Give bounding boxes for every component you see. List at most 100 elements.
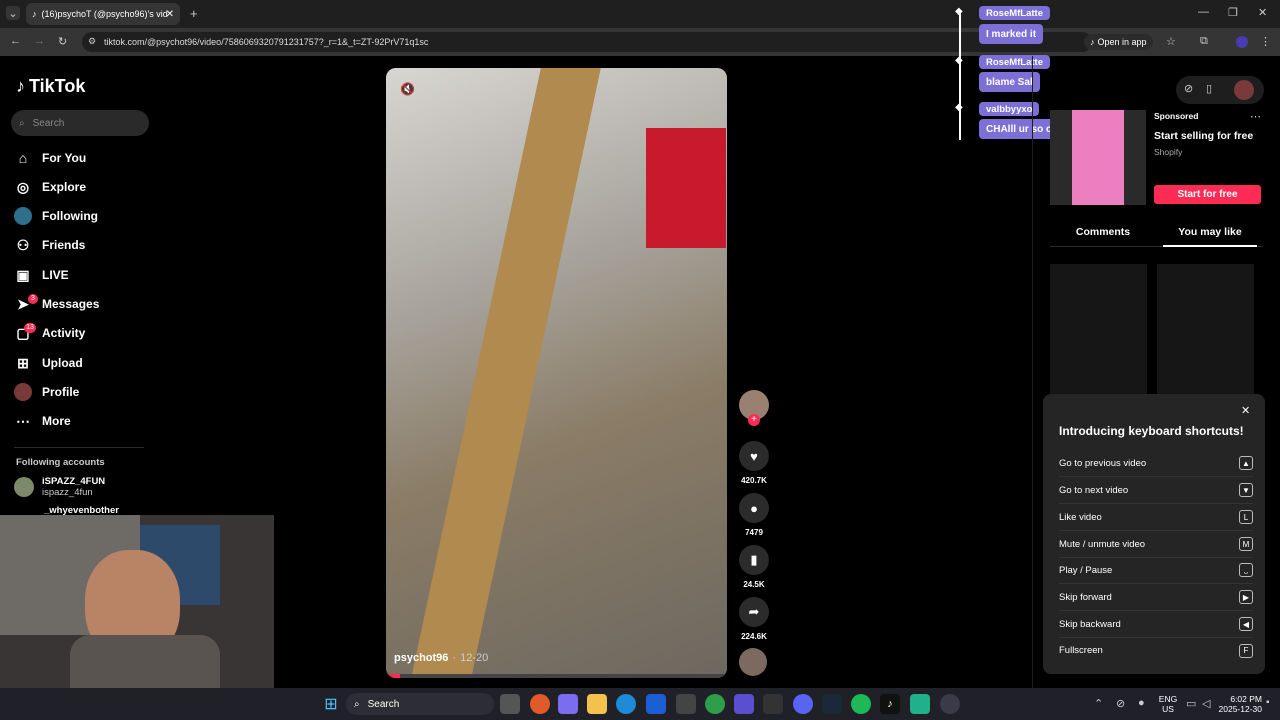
chat-message: I marked it bbox=[979, 24, 1044, 44]
tab-comments[interactable]: Comments bbox=[1050, 226, 1156, 238]
video-progress-bar[interactable] bbox=[386, 674, 727, 678]
site-info-icon[interactable]: ⚙ bbox=[88, 36, 96, 47]
shortcut-row: Go to next video ▼ bbox=[1059, 477, 1253, 504]
edge-icon[interactable] bbox=[616, 694, 636, 714]
browser-tab[interactable]: ♪ (16)psychoT (@psycho96)'s vid ✕ bbox=[26, 3, 180, 25]
nav-upload[interactable]: ⊞ Upload bbox=[14, 350, 154, 376]
chat-username: valbbyyxo bbox=[979, 102, 1040, 116]
display-icon[interactable]: ▭ bbox=[1186, 697, 1196, 710]
ad-more-icon[interactable]: ⋯ bbox=[1250, 110, 1261, 123]
mute-icon[interactable]: 🔇 bbox=[400, 82, 415, 96]
compass-icon[interactable]: ⊘ bbox=[1184, 82, 1193, 95]
following-account-item[interactable]: iSPAZZ_4FUN ispazz_4fun bbox=[14, 476, 105, 498]
recommended-video-card[interactable] bbox=[1050, 264, 1147, 394]
tab-you-may-like[interactable]: You may like bbox=[1157, 226, 1263, 238]
ad-cta-button[interactable]: Start for free bbox=[1154, 185, 1261, 204]
browser-menu-icon[interactable]: ⋮ bbox=[1260, 35, 1271, 48]
extensions-icon[interactable]: ⧉ bbox=[1200, 35, 1208, 48]
windows-start-icon[interactable]: ⊞ bbox=[321, 694, 341, 714]
teams-icon[interactable] bbox=[734, 694, 754, 714]
panel-header-tools: ⊘ ▯ bbox=[1176, 76, 1264, 104]
nav-profile[interactable]: Profile bbox=[14, 379, 154, 405]
chrome-icon[interactable] bbox=[705, 694, 725, 714]
more-icon: ⋯ bbox=[16, 412, 30, 429]
volume-icon[interactable]: ◁ bbox=[1202, 697, 1210, 710]
nav-for-you[interactable]: ⌂ For You bbox=[14, 145, 154, 171]
steam-icon[interactable] bbox=[822, 694, 842, 714]
key-up-icon: ▲ bbox=[1239, 456, 1253, 470]
language-indicator[interactable]: ENG US bbox=[1156, 694, 1180, 714]
close-window-icon[interactable]: ✕ bbox=[1258, 6, 1267, 19]
video-player[interactable]: 🔇 psychot96 · 12-20 bbox=[386, 68, 727, 678]
key-l-icon: L bbox=[1239, 510, 1253, 524]
heart-icon: ♥ bbox=[750, 448, 758, 464]
open-in-app-button[interactable]: ♪ Open in app bbox=[1084, 34, 1153, 50]
microphone-icon[interactable]: ● bbox=[1138, 697, 1145, 709]
taskbar-search[interactable]: ⌕ Search bbox=[346, 693, 494, 715]
reload-icon[interactable]: ↻ bbox=[58, 35, 67, 48]
nav-following[interactable]: Following bbox=[14, 203, 154, 229]
address-bar[interactable]: ⚙ tiktok.com/@psychot96/video/7586069320… bbox=[82, 32, 1092, 52]
nav-more[interactable]: ⋯ More bbox=[14, 408, 154, 434]
spotify-icon[interactable] bbox=[851, 694, 871, 714]
tab-list-icon[interactable]: ⌄ bbox=[6, 6, 20, 20]
music-disc-avatar[interactable] bbox=[739, 648, 767, 676]
follow-plus-icon[interactable]: + bbox=[748, 414, 760, 426]
tray-chevron-icon[interactable]: ⌃ bbox=[1094, 697, 1103, 710]
app-green-icon[interactable] bbox=[910, 694, 930, 714]
shortcut-row: Skip backward ◀ bbox=[1059, 611, 1253, 638]
save-button[interactable]: ▮ bbox=[739, 545, 769, 575]
share-button[interactable]: ➦ bbox=[739, 597, 769, 627]
key-f-icon: F bbox=[1239, 643, 1253, 658]
minimize-icon[interactable]: — bbox=[1198, 6, 1209, 18]
forward-icon[interactable]: → bbox=[34, 35, 45, 47]
shortcut-row: Skip forward ▶ bbox=[1059, 584, 1253, 611]
nav-friends[interactable]: ⚇ Friends bbox=[14, 232, 154, 258]
comment-button[interactable]: ● bbox=[739, 493, 769, 523]
bookmark-star-icon[interactable]: ☆ bbox=[1166, 35, 1176, 48]
back-icon[interactable]: ← bbox=[10, 35, 21, 47]
new-tab-icon[interactable]: + bbox=[190, 6, 198, 21]
profile-icon bbox=[14, 383, 32, 401]
clock[interactable]: 6:02 PM 2025-12-30 bbox=[1218, 694, 1262, 714]
device-icon[interactable]: ▯ bbox=[1206, 82, 1212, 95]
close-tab-icon[interactable]: ✕ bbox=[166, 9, 174, 20]
user-avatar[interactable] bbox=[1234, 80, 1254, 100]
task-view-icon[interactable] bbox=[500, 694, 520, 714]
video-author[interactable]: psychot96 bbox=[394, 652, 448, 664]
nav-explore[interactable]: ◎ Explore bbox=[14, 174, 154, 200]
chrome-active-icon[interactable] bbox=[940, 694, 960, 714]
compass-icon: ◎ bbox=[16, 178, 30, 195]
close-icon[interactable]: ✕ bbox=[1241, 404, 1250, 417]
recommended-video-card[interactable] bbox=[1157, 264, 1254, 394]
following-accounts-header: Following accounts bbox=[16, 457, 105, 468]
active-tab-indicator bbox=[1163, 245, 1257, 247]
notifications-icon[interactable]: ▪ bbox=[1266, 697, 1270, 708]
app-blue-icon[interactable] bbox=[646, 694, 666, 714]
nav-live[interactable]: ▣ LIVE bbox=[14, 262, 154, 288]
app-dark-icon[interactable] bbox=[763, 694, 783, 714]
video-progress-fill bbox=[386, 674, 400, 678]
key-left-icon: ◀ bbox=[1239, 617, 1253, 631]
maximize-icon[interactable]: ❐ bbox=[1228, 6, 1238, 19]
app-orange-icon[interactable] bbox=[530, 694, 550, 714]
friends-icon: ⚇ bbox=[16, 236, 30, 253]
discord-icon[interactable] bbox=[793, 694, 813, 714]
file-explorer-icon[interactable] bbox=[587, 694, 607, 714]
tray-app-icon[interactable]: ⊘ bbox=[1116, 697, 1125, 710]
key-space-icon: ⎵ bbox=[1239, 563, 1253, 577]
search-input[interactable]: ⌕ Search bbox=[11, 110, 149, 136]
profile-avatar-icon[interactable] bbox=[1236, 36, 1248, 48]
nav-activity[interactable]: ▢ Activity bbox=[14, 320, 154, 346]
key-right-icon: ▶ bbox=[1239, 590, 1253, 604]
key-m-icon: M bbox=[1239, 537, 1253, 551]
store-icon[interactable] bbox=[676, 694, 696, 714]
webcam-person-body bbox=[70, 635, 220, 688]
chat-timeline-line bbox=[959, 10, 961, 140]
tiktok-taskbar-icon[interactable]: ♪ bbox=[880, 694, 900, 714]
copilot-icon[interactable] bbox=[558, 694, 578, 714]
ad-image[interactable] bbox=[1050, 110, 1146, 205]
like-button[interactable]: ♥ bbox=[739, 441, 769, 471]
tiktok-logo[interactable]: ♪ TikTok bbox=[16, 76, 85, 97]
shortcut-row: Like video L bbox=[1059, 504, 1253, 531]
